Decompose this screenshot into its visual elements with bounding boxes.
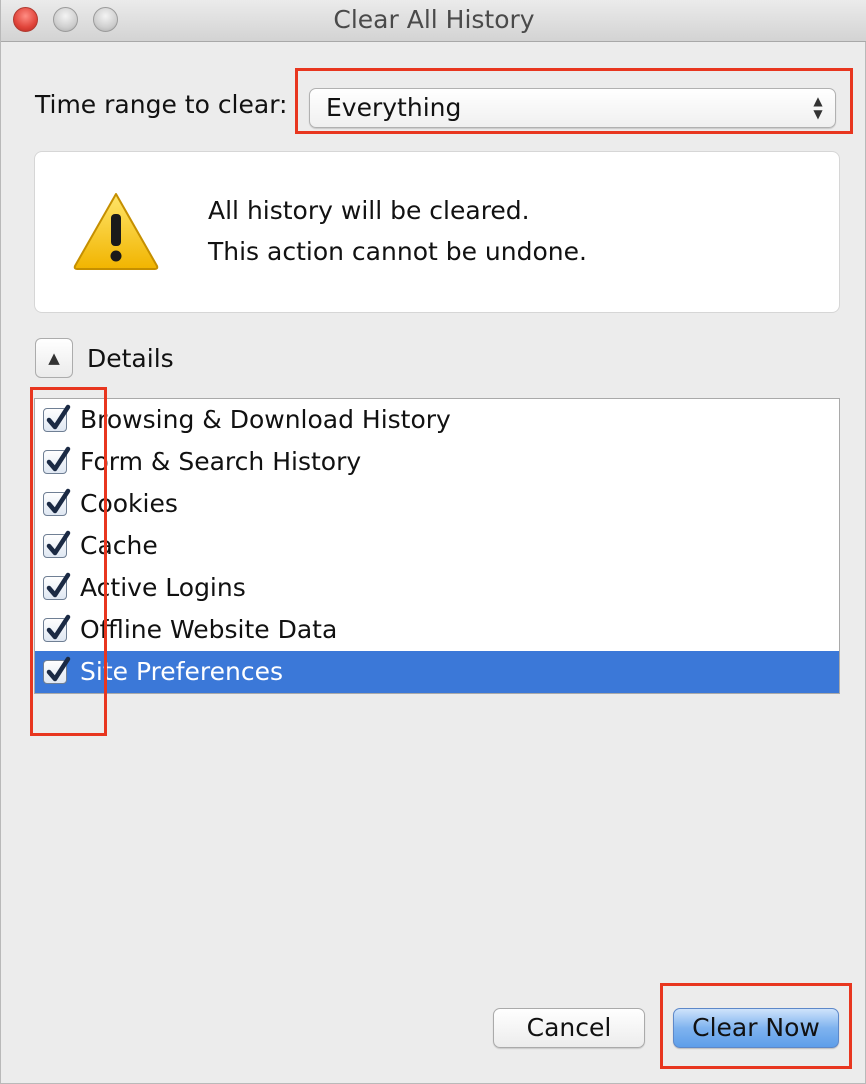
details-toggle-button[interactable]: ▲ — [35, 338, 73, 378]
list-item-label: Form & Search History — [80, 447, 362, 476]
list-item-cookies[interactable]: Cookies — [35, 483, 839, 525]
disclosure-triangle-up-icon: ▲ — [48, 349, 60, 367]
details-label: Details — [87, 344, 174, 373]
warning-message-line1: All history will be cleared. — [208, 196, 530, 225]
warning-panel: All history will be cleared. This action… — [34, 151, 840, 313]
list-item-label: Offline Website Data — [80, 615, 338, 644]
warning-triangle-icon — [73, 193, 159, 270]
list-item-offline-website-data[interactable]: Offline Website Data — [35, 609, 839, 651]
clear-history-dialog: Clear All History Time range to clear: E… — [0, 0, 866, 1084]
highlight-box-checkboxes — [30, 387, 107, 736]
cancel-button[interactable]: Cancel — [493, 1008, 645, 1048]
highlight-box-clear-now — [660, 983, 852, 1069]
list-item-label: Site Preferences — [80, 657, 283, 686]
list-item-browsing-download-history[interactable]: Browsing & Download History — [35, 399, 839, 441]
title-bar[interactable]: Clear All History — [1, 0, 866, 42]
history-items-list: Browsing & Download History Form & Searc… — [34, 398, 840, 694]
list-item-form-search-history[interactable]: Form & Search History — [35, 441, 839, 483]
list-item-site-preferences[interactable]: Site Preferences — [35, 651, 839, 693]
highlight-box-time-range — [295, 68, 853, 134]
list-item-active-logins[interactable]: Active Logins — [35, 567, 839, 609]
warning-message-line2: This action cannot be undone. — [208, 237, 587, 266]
list-item-cache[interactable]: Cache — [35, 525, 839, 567]
window-title: Clear All History — [333, 5, 535, 34]
time-range-label: Time range to clear: — [35, 90, 288, 119]
list-item-label: Browsing & Download History — [80, 405, 451, 434]
